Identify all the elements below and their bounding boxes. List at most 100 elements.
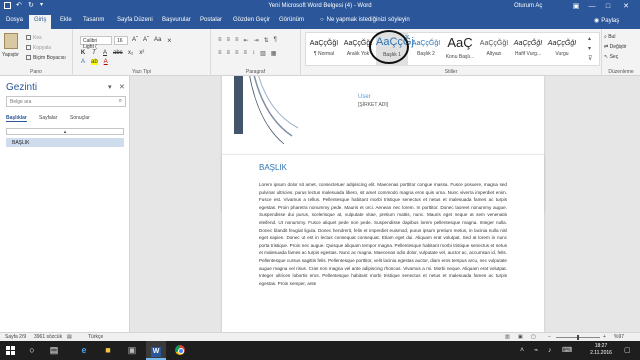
- borders-button[interactable]: ▦: [271, 50, 277, 57]
- share-button[interactable]: Paylaş: [594, 17, 619, 24]
- style-normal[interactable]: AaÇçĞğI ¶ Normal: [308, 33, 340, 66]
- tell-me-box[interactable]: Ne yapmak istediğinizi söyleyin: [320, 17, 410, 23]
- tab-giris[interactable]: Giriş: [29, 15, 52, 29]
- replace-button[interactable]: ⇄ Değiştir: [604, 44, 627, 50]
- read-mode-icon[interactable]: ▥: [505, 334, 510, 340]
- cut-button[interactable]: Kes: [26, 35, 42, 41]
- line-spacing-button[interactable]: ↕: [252, 50, 255, 57]
- close-button[interactable]: ✕: [620, 1, 632, 12]
- tab-postalar[interactable]: Postalar: [200, 17, 222, 23]
- shading-button[interactable]: ▧: [260, 50, 266, 57]
- font-family-select[interactable]: Calibri Light (: [80, 36, 112, 50]
- maximize-button[interactable]: □: [602, 1, 614, 12]
- copy-button[interactable]: Kopyala: [26, 45, 51, 51]
- task-view-icon[interactable]: ▤: [44, 341, 64, 360]
- network-icon[interactable]: ⌁: [534, 341, 538, 360]
- format-painter-button[interactable]: Biçim Boyacısı: [26, 55, 66, 61]
- document-body[interactable]: Lorem ipsum dolor sit amet, consectetuer…: [259, 181, 507, 287]
- word-taskbar-button[interactable]: W: [146, 341, 166, 360]
- proofing-icon[interactable]: ▤: [67, 334, 72, 340]
- search-icon[interactable]: ⌕: [119, 98, 122, 105]
- style-heading-2[interactable]: AaÇçĞğI Başlık 2: [410, 33, 442, 66]
- keyboard-icon[interactable]: ⌨: [562, 341, 572, 360]
- zoom-slider-thumb[interactable]: [577, 335, 579, 340]
- minimize-button[interactable]: —: [586, 1, 598, 12]
- edge-icon[interactable]: e: [74, 341, 94, 360]
- paste-icon[interactable]: [4, 33, 18, 49]
- select-button[interactable]: ↖ Seç: [604, 54, 618, 60]
- justify-button[interactable]: ≡: [244, 50, 248, 57]
- nav-heading-item[interactable]: BAŞLIK: [6, 138, 124, 147]
- ribbon-display-options-icon[interactable]: ▣: [570, 1, 582, 12]
- zoom-out-icon[interactable]: −: [548, 334, 551, 340]
- styles-scroll-up-icon[interactable]: ▴: [588, 35, 591, 42]
- superscript-button[interactable]: x²: [139, 50, 145, 56]
- style-subtitle[interactable]: AaÇçĞğI Altyazı: [478, 33, 510, 66]
- tab-gorunum[interactable]: Görünüm: [279, 17, 304, 23]
- paste-label[interactable]: Yapıştır: [2, 52, 19, 58]
- zoom-in-icon[interactable]: +: [603, 334, 606, 340]
- document-page[interactable]: BAŞLIK Lorem ipsum dolor sit amet, conse…: [222, 155, 544, 348]
- tab-basvurular[interactable]: Başvurular: [162, 17, 191, 23]
- page-count[interactable]: Sayfa 2/9: [5, 334, 26, 340]
- tab-tasarim[interactable]: Tasarım: [83, 17, 104, 23]
- italic-button[interactable]: T: [91, 50, 97, 56]
- cover-company[interactable]: [ŞİRKET ADI]: [358, 102, 388, 108]
- nav-pane-close-icon[interactable]: ✕: [119, 83, 125, 91]
- show-hidden-icons[interactable]: ˄: [520, 341, 524, 360]
- zoom-level[interactable]: %97: [614, 334, 624, 340]
- style-title[interactable]: AaÇ Konu Başlı...: [444, 33, 476, 66]
- align-left-button[interactable]: ≡: [218, 50, 222, 57]
- chrome-taskbar-button[interactable]: [170, 341, 190, 360]
- collapse-icon[interactable]: ▴: [6, 128, 124, 135]
- tab-sayfa-duzeni[interactable]: Sayfa Düzeni: [117, 17, 153, 23]
- highlight-button[interactable]: ab: [91, 59, 98, 65]
- notifications-icon[interactable]: ▢: [624, 341, 631, 360]
- nav-pane-options-icon[interactable]: ▾: [108, 83, 112, 91]
- grow-font-button[interactable]: Aˆ: [132, 37, 138, 44]
- bullets-button[interactable]: ≡: [218, 37, 222, 44]
- increase-indent-button[interactable]: ⇥: [254, 37, 259, 44]
- style-subtle-emphasis[interactable]: AaÇçĞğI Hafif Vurg...: [512, 33, 544, 66]
- decrease-indent-button[interactable]: ⇤: [244, 37, 249, 44]
- find-button[interactable]: ⌕ Bul: [604, 34, 615, 40]
- volume-icon[interactable]: ♪: [548, 341, 552, 360]
- nav-tab-headings[interactable]: Başlıklar: [6, 115, 27, 122]
- subscript-button[interactable]: x₂: [128, 50, 134, 56]
- cover-user[interactable]: User: [358, 94, 371, 100]
- word-count[interactable]: 3961 sözcük: [34, 334, 62, 340]
- nav-tab-results[interactable]: Sonuçlar: [70, 115, 90, 121]
- web-layout-icon[interactable]: ▢: [531, 334, 536, 340]
- tab-ekle[interactable]: Ekle: [60, 17, 72, 23]
- tab-gozden-gecir[interactable]: Gözden Geçir: [233, 17, 270, 23]
- multilevel-list-button[interactable]: ≡: [235, 37, 239, 44]
- sort-button[interactable]: ⇅: [264, 37, 269, 44]
- styles-scroll-down-icon[interactable]: ▾: [588, 45, 591, 52]
- align-right-button[interactable]: ≡: [235, 50, 239, 57]
- show-marks-button[interactable]: ¶: [274, 37, 277, 44]
- nav-tab-pages[interactable]: Sayfalar: [39, 115, 57, 121]
- change-case-button[interactable]: Aa: [154, 37, 161, 44]
- underline-button[interactable]: A: [102, 50, 108, 56]
- styles-more-icon[interactable]: ⊽: [588, 55, 592, 62]
- numbering-button[interactable]: ≡: [227, 37, 231, 44]
- bold-button[interactable]: K: [80, 50, 86, 56]
- clear-formatting-button[interactable]: ⨯: [166, 37, 172, 44]
- search-icon[interactable]: ○: [22, 341, 42, 360]
- style-emphasis[interactable]: AaÇçĞğI Vurgu: [546, 33, 578, 66]
- text-effects-button[interactable]: A: [80, 59, 86, 65]
- print-layout-icon[interactable]: ▣: [518, 334, 523, 340]
- file-explorer-icon[interactable]: ■: [98, 341, 118, 360]
- system-clock[interactable]: 18:27 2.11.2016: [584, 343, 618, 357]
- nav-search-input[interactable]: Belge ara ⌕: [6, 96, 126, 107]
- store-icon[interactable]: ▣: [122, 341, 142, 360]
- align-center-button[interactable]: ≡: [227, 50, 231, 57]
- language[interactable]: Türkçe: [88, 334, 103, 340]
- shrink-font-button[interactable]: Aˇ: [143, 37, 149, 44]
- start-button[interactable]: [0, 341, 20, 360]
- tab-dosya[interactable]: Dosya: [6, 17, 23, 23]
- document-area[interactable]: User [ŞİRKET ADI] BAŞLIK Lorem ipsum dol…: [131, 76, 640, 348]
- font-color-button[interactable]: A: [103, 59, 109, 65]
- document-heading[interactable]: BAŞLIK: [259, 163, 287, 172]
- sign-in-link[interactable]: Oturum Aç: [514, 3, 542, 9]
